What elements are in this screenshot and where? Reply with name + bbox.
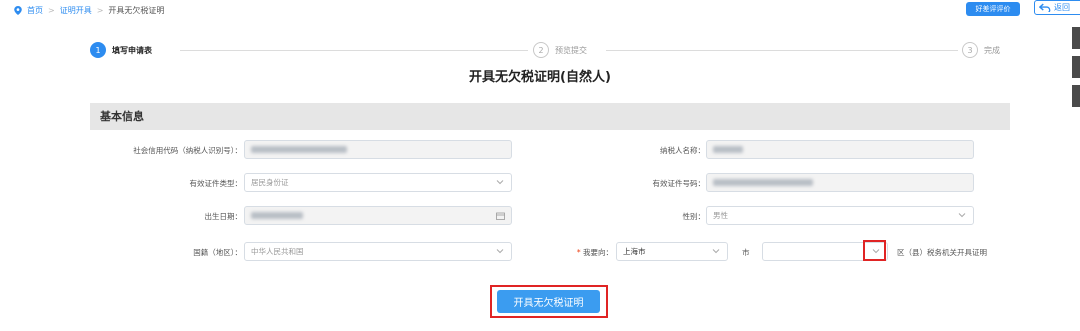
- province-value: 上海市: [623, 247, 646, 256]
- rating-button[interactable]: 好差评评价: [966, 2, 1020, 16]
- gender-select[interactable]: 男性: [706, 206, 974, 225]
- nationality-select[interactable]: 中华人民共和国: [244, 242, 512, 261]
- apply-to-label: * 我要向：: [577, 247, 613, 258]
- step-preview-submit: 2 预览提交: [533, 42, 587, 58]
- chevron-down-icon: [712, 249, 720, 254]
- nationality-value: 中华人民共和国: [251, 247, 304, 256]
- breadcrumb-separator: >: [96, 5, 104, 15]
- district-suffix-label: 区（县）税务机关开具证明: [897, 248, 987, 257]
- gender-label: 性别：: [682, 212, 706, 221]
- credit-code-label: 社会信用代码（纳税人识别号）：: [133, 146, 242, 155]
- back-button-label: 返回: [1054, 3, 1070, 12]
- step-label: 完成: [984, 45, 1000, 55]
- birth-date-label: 出生日期：: [204, 212, 243, 221]
- highlight-box: [863, 240, 886, 261]
- side-tool-button[interactable]: [1072, 27, 1080, 49]
- step-fill-form: 1 填写申请表: [90, 42, 152, 58]
- back-button[interactable]: 返回: [1034, 0, 1080, 15]
- step-complete: 3 完成: [962, 42, 1000, 58]
- location-pin-icon: [14, 5, 22, 15]
- calendar-icon: [496, 212, 505, 220]
- id-type-select[interactable]: 居民身份证: [244, 173, 512, 192]
- chevron-down-icon: [496, 249, 504, 254]
- chevron-down-icon: [496, 180, 504, 185]
- redacted-value: [251, 212, 303, 219]
- redacted-value: [251, 146, 347, 153]
- province-select[interactable]: 上海市: [616, 242, 728, 261]
- birth-date-field: [244, 206, 512, 225]
- apply-to-text: 我要向：: [583, 248, 613, 257]
- side-tool-button[interactable]: [1072, 85, 1080, 107]
- breadcrumb-current: 开具无欠税证明: [108, 5, 165, 15]
- breadcrumb-parent-link[interactable]: 证明开具: [60, 5, 92, 16]
- section-header-basic-info: 基本信息: [90, 103, 1010, 130]
- page-title: 开具无欠税证明(自然人): [469, 70, 611, 85]
- return-arrow-icon: [1039, 3, 1051, 12]
- step-number: 3: [962, 42, 978, 58]
- step-label: 预览提交: [555, 45, 587, 55]
- redacted-value: [713, 179, 813, 186]
- breadcrumb: 首页 > 证明开具 > 开具无欠税证明: [14, 3, 164, 17]
- step-number: 2: [533, 42, 549, 58]
- nationality-label: 国籍（地区）：: [193, 248, 242, 257]
- id-type-value: 居民身份证: [251, 178, 289, 187]
- required-mark: *: [576, 248, 581, 257]
- step-connector: [180, 50, 528, 51]
- issue-certificate-button[interactable]: 开具无欠税证明: [497, 290, 600, 313]
- taxpayer-name-field: [706, 140, 974, 159]
- redacted-value: [713, 146, 743, 153]
- credit-code-field: [244, 140, 512, 159]
- city-label: 市: [742, 248, 750, 257]
- taxpayer-name-label: 纳税人名称：: [660, 146, 705, 155]
- id-number-field: [706, 173, 974, 192]
- breadcrumb-home-link[interactable]: 首页: [27, 5, 43, 16]
- step-label: 填写申请表: [112, 45, 152, 55]
- id-type-label: 有效证件类型：: [189, 179, 243, 188]
- step-number: 1: [90, 42, 106, 58]
- chevron-down-icon: [958, 213, 966, 218]
- breadcrumb-separator: >: [48, 5, 55, 15]
- id-number-label: 有效证件号码：: [652, 179, 706, 188]
- gender-value: 男性: [713, 211, 728, 220]
- step-connector: [606, 50, 958, 51]
